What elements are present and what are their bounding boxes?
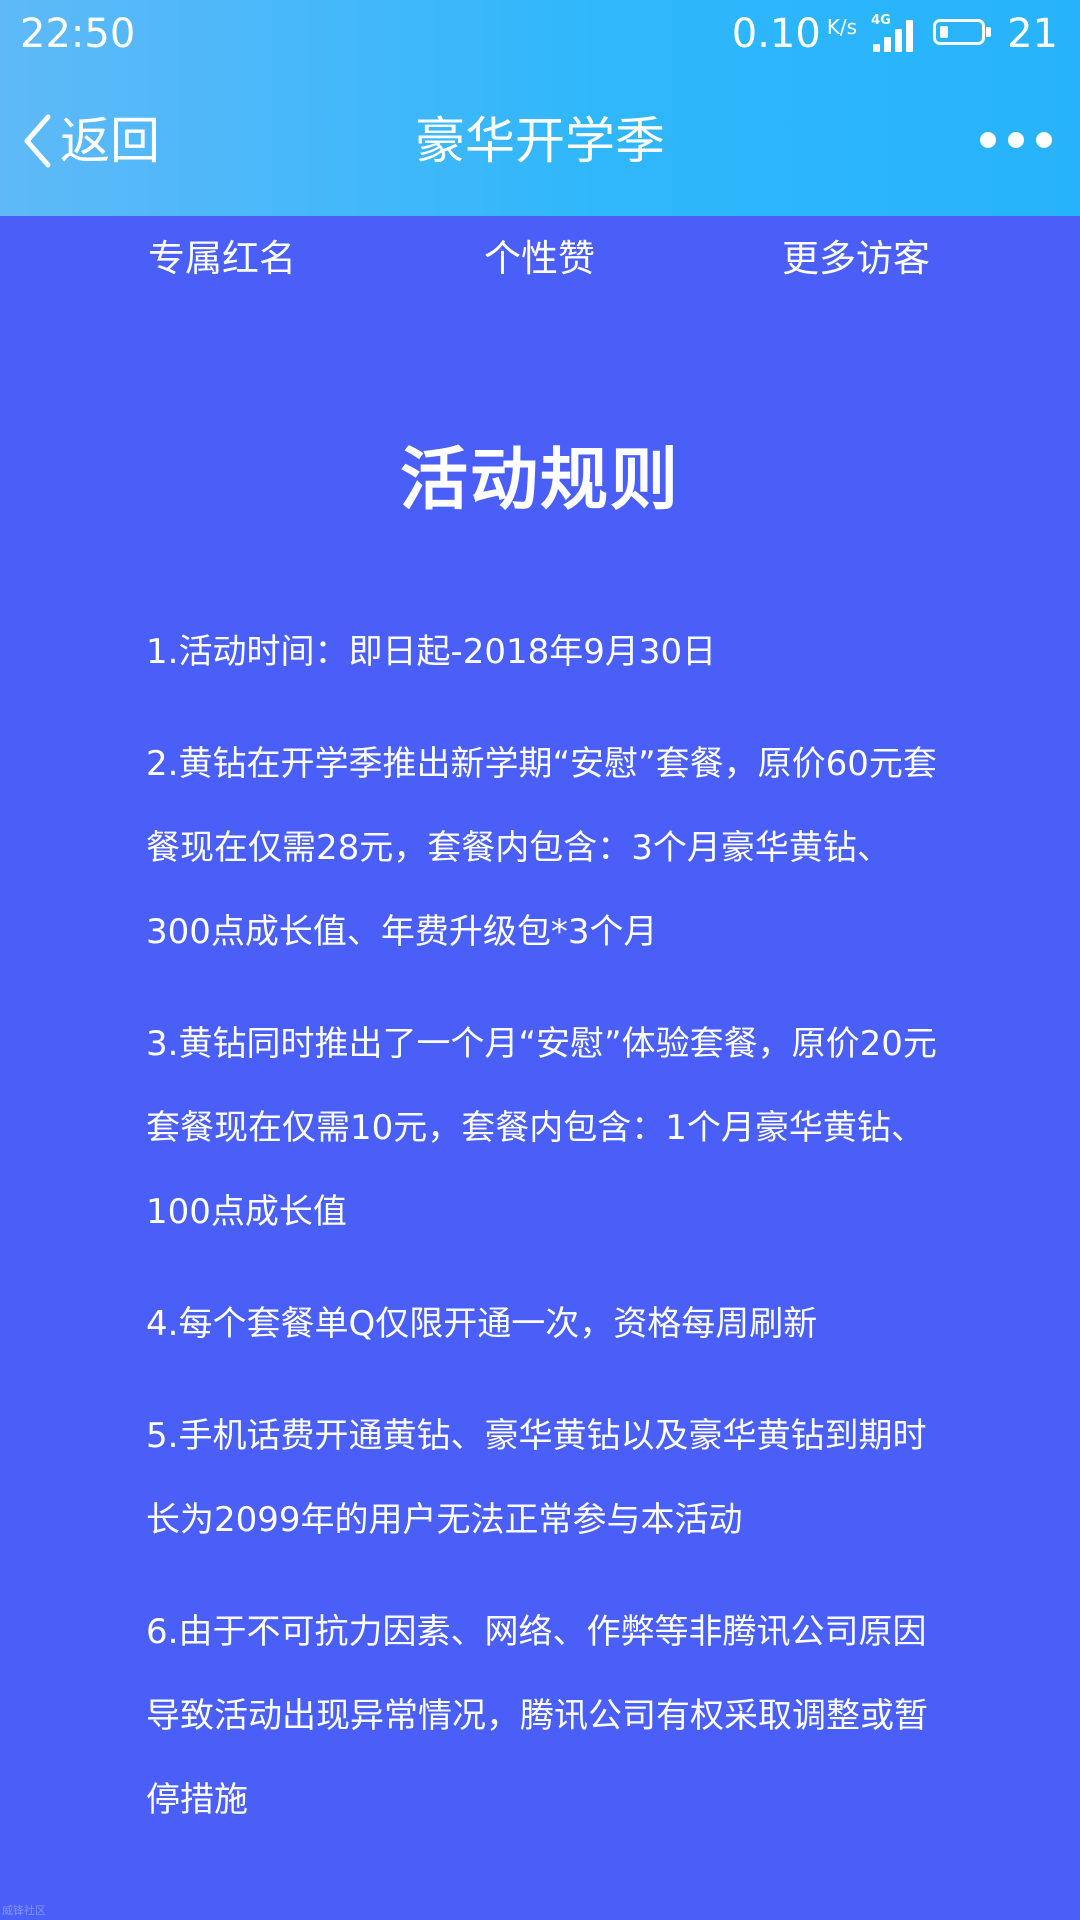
network-speed-unit: K/s [826,15,858,39]
network-speed: 0.10 K/s [732,8,857,60]
sub-nav: 专属红名 个性赞 更多访客 [0,216,1080,300]
rules-title: 活动规则 [399,441,680,520]
subnav-exclusive-red-name[interactable]: 专属红名 [148,234,296,284]
nav-bar: 返回 豪华开学季 [0,70,1080,216]
more-options-button[interactable] [980,122,1052,158]
status-right: 0.10 K/s 4G 21 [732,8,1058,60]
rules-list: 1.活动时间：即日起-2018年9月30日 2.黄钻在开学季推出新学期“安慰”套… [146,610,946,1870]
network-type-label: 4G [871,13,891,28]
signal-icon: 4G [871,14,919,54]
chevron-left-icon [22,113,52,169]
rule-item: 1.活动时间：即日起-2018年9月30日 [146,632,717,672]
battery-icon [933,19,993,49]
rule-item: 2.黄钻在开学季推出新学期“安慰”套餐，原价60元套餐现在仅需28元，套餐内包含… [146,744,937,952]
rule-item: 6.由于不可抗力因素、网络、作弊等非腾讯公司原因导致活动出现异常情况，腾讯公司有… [146,1612,928,1820]
header: 22:50 0.10 K/s 4G 21 返回 豪华开学季 [0,0,1080,216]
back-label: 返回 [60,112,160,170]
battery-level: 21 [1007,11,1058,57]
rule-item: 4.每个套餐单Q仅限开通一次，资格每周刷新 [146,1304,818,1344]
rule-item: 3.黄钻同时推出了一个月“安慰”体验套餐，原价20元套餐现在仅需10元，套餐内包… [146,1024,937,1232]
watermark: 威锋社区 [2,1904,46,1917]
subnav-custom-like[interactable]: 个性赞 [484,234,595,284]
network-speed-value: 0.10 [731,11,821,57]
subnav-more-visitors[interactable]: 更多访客 [782,234,930,284]
status-time: 22:50 [20,11,136,57]
page-title: 豪华开学季 [415,112,665,170]
status-bar: 22:50 0.10 K/s 4G 21 [0,0,1080,70]
rule-item: 5.手机话费开通黄钻、豪华黄钻以及豪华黄钻到期时长为2099年的用户无法正常参与… [146,1416,927,1540]
more-horizontal-icon [980,132,996,148]
back-button[interactable]: 返回 [22,106,160,176]
